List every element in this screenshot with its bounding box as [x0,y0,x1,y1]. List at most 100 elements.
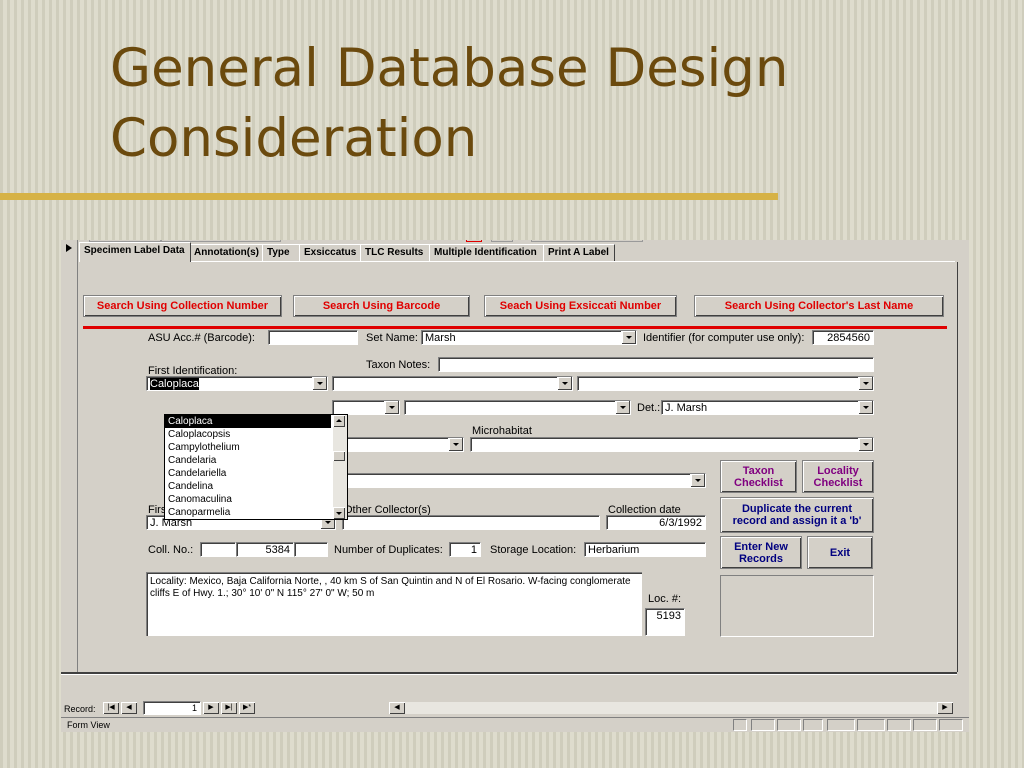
scroll-up-icon[interactable] [333,415,345,427]
taxon-checklist-button[interactable]: Taxon Checklist [720,460,797,493]
scroll-down-icon[interactable] [333,507,345,519]
horizontal-scrollbar[interactable]: ◀ ▶ [389,702,953,714]
other-collectors-field[interactable] [342,515,600,530]
previous-record-icon[interactable]: ◀ [121,702,137,714]
tab-multiple-identification[interactable]: Multiple Identification [429,244,545,261]
duplicates-label: Number of Duplicates: [334,544,443,556]
first-record-icon[interactable]: |◀ [103,702,119,714]
storage-field[interactable]: Herbarium [584,542,706,557]
search-exsiccati-button[interactable]: Seach Using Exsiccati Number [484,295,677,317]
scroll-left-icon[interactable]: ◀ [389,702,405,714]
substrate-combo[interactable] [332,437,464,452]
chevron-down-icon[interactable] [621,331,636,344]
title-rule [0,193,778,200]
list-item[interactable]: Candelaria [165,454,331,467]
tab-label: Type [267,247,290,258]
toolbar-ghost [491,240,513,242]
record-number-field[interactable]: 1 [143,701,201,715]
tab-specimen-label-data[interactable]: Specimen Label Data [79,242,191,262]
last-record-icon[interactable]: ▶| [221,702,237,714]
locality-textarea[interactable]: Locality: Mexico, Baja California Norte,… [146,572,642,636]
setname-value: Marsh [425,332,456,344]
slide-title: General Database Design Consideration [110,38,789,169]
record-selector[interactable] [61,240,78,672]
setname-combo[interactable]: Marsh [421,330,637,345]
first-id-species-combo[interactable] [332,376,573,391]
author-combo[interactable] [404,400,631,415]
duplicate-record-button[interactable]: Duplicate the current record and assign … [720,497,874,533]
chevron-down-icon[interactable] [615,401,630,414]
toolbar-ghost [531,240,643,242]
status-cell [913,719,937,731]
exit-button[interactable]: Exit [807,536,873,569]
tab-print-label[interactable]: Print A Label [543,244,615,261]
acc-label: ASU Acc.# (Barcode): [148,332,255,344]
chevron-down-icon[interactable] [448,438,463,451]
status-cell [751,719,775,731]
list-item[interactable]: Candelina [165,480,331,493]
list-item[interactable]: Candelariella [165,467,331,480]
first-id-value: Caloplaca [150,378,199,390]
tab-annotations[interactable]: Annotation(s) [189,244,263,261]
dropdown-scrollbar[interactable] [333,415,347,519]
rank-combo[interactable] [332,400,400,415]
tab-tlc-results[interactable]: TLC Results [360,244,430,261]
chevron-down-icon[interactable] [557,377,572,390]
search-collection-number-button[interactable]: Search Using Collection Number [83,295,282,317]
search-barcode-button[interactable]: Search Using Barcode [293,295,470,317]
collection-date-field[interactable]: 6/3/1992 [606,515,706,530]
first-id-infra-combo[interactable] [577,376,874,391]
tab-type[interactable]: Type [262,244,300,261]
tab-label: Exsiccatus [304,247,357,258]
status-cell [803,719,823,731]
chevron-down-icon[interactable] [690,474,705,487]
search-collector-button[interactable]: Search Using Collector's Last Name [694,295,944,317]
coll-no-prefix-field[interactable] [200,542,236,557]
list-item[interactable]: Caloplacopsis [165,428,331,441]
chevron-down-icon[interactable] [858,401,873,414]
taxon-notes-field[interactable] [438,357,874,372]
status-cell [827,719,855,731]
list-item[interactable]: Canoparmelia [165,506,331,519]
scroll-right-icon[interactable]: ▶ [937,702,953,714]
specimen-label-page: Search Using Collection Number Search Us… [78,262,958,672]
acc-barcode-field[interactable] [268,330,358,345]
info-box [720,575,874,637]
locality-checklist-button[interactable]: Locality Checklist [802,460,874,493]
status-cell [887,719,911,731]
list-item[interactable]: Campylothelium [165,441,331,454]
habitat-combo[interactable]: s [332,473,706,488]
status-cell [733,719,747,731]
genus-dropdown-list[interactable]: Caloplaca Caloplacopsis Campylothelium C… [164,414,348,520]
loc-number-field[interactable]: 5193 [645,608,685,636]
status-bar: Form View [61,717,969,732]
identifier-label: Identifier (for computer use only): [643,332,805,344]
chevron-down-icon[interactable] [858,438,873,451]
list-item[interactable]: Canomaculina [165,493,331,506]
det-combo[interactable]: J. Marsh [661,400,874,415]
scroll-thumb[interactable] [333,451,345,461]
record-pointer-icon [66,244,72,252]
coll-no-suffix-field[interactable] [294,542,328,557]
tab-exsiccatus[interactable]: Exsiccatus [299,244,361,261]
enter-new-records-button[interactable]: Enter New Records [720,536,802,569]
chevron-down-icon[interactable] [312,377,327,390]
chevron-down-icon[interactable] [384,401,399,414]
next-record-icon[interactable]: ▶ [203,702,219,714]
first-id-genus-combo[interactable]: Caloplaca [146,376,328,391]
new-record-icon[interactable]: ▶* [239,702,255,714]
chevron-down-icon[interactable] [858,377,873,390]
status-cell [777,719,801,731]
coll-no-label: Coll. No.: [148,544,194,556]
duplicates-field[interactable]: 1 [449,542,481,557]
status-text: Form View [67,720,110,730]
microhabitat-combo[interactable] [470,437,874,452]
coll-no-field[interactable]: 5384 [236,542,294,557]
tab-label: Annotation(s) [194,247,259,258]
identifier-field[interactable]: 2854560 [812,330,874,345]
storage-label: Storage Location: [490,544,577,556]
record-label: Record: [64,704,96,714]
status-cell [857,719,885,731]
list-item[interactable]: Caloplaca [165,415,331,428]
access-form-window: Specimen Label Data Annotation(s) Type E… [61,240,969,732]
